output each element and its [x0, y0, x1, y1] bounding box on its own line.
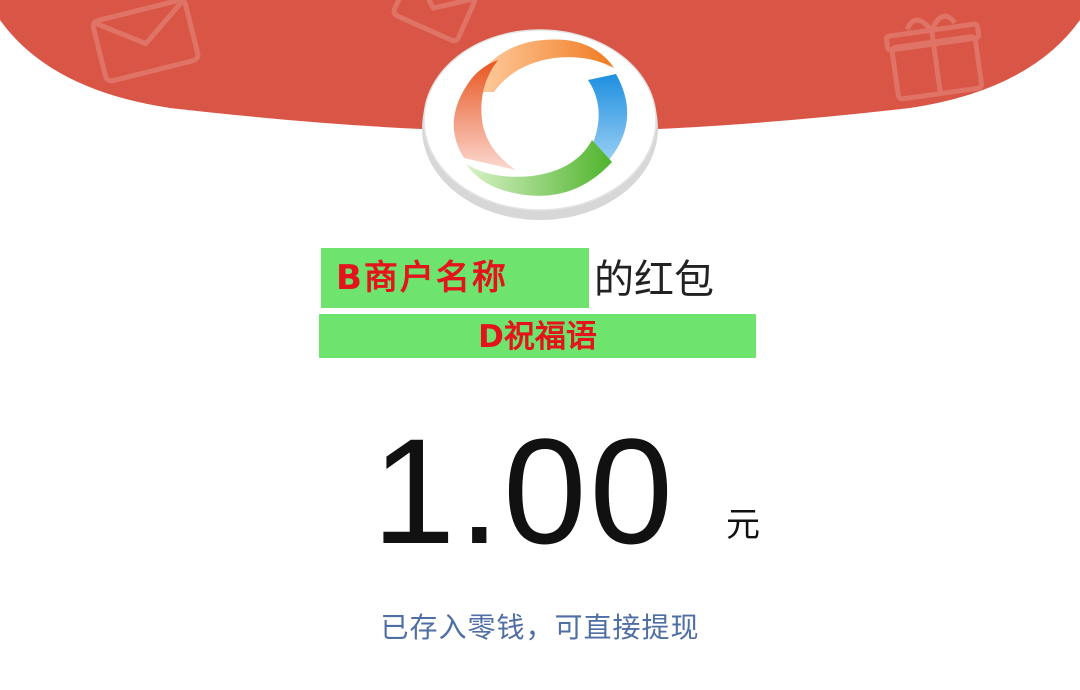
amount-unit: 元 — [726, 505, 760, 545]
red-packet-title-suffix: 的红包 — [594, 257, 714, 303]
red-packet-header — [0, 0, 1080, 230]
merchant-logo — [422, 29, 658, 220]
blessing-text: D祝福语 — [478, 319, 597, 355]
merchant-name: B商户名称 — [336, 258, 508, 298]
packet-amount: 1.00 — [372, 407, 676, 575]
wallet-notice-link[interactable]: 已存入零钱，可直接提现 — [0, 608, 1080, 648]
